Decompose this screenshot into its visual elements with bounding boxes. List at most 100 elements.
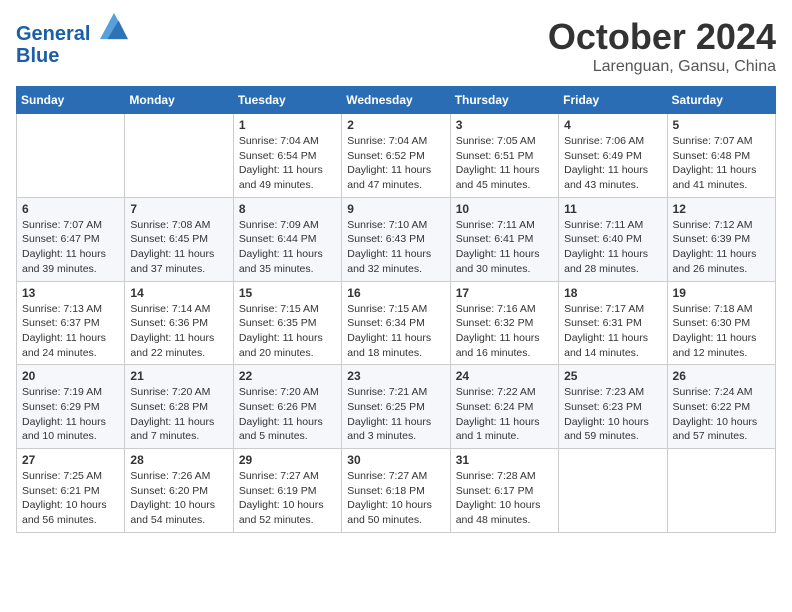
day-number: 19: [673, 286, 770, 300]
logo-blue: Blue: [16, 45, 128, 67]
calendar-cell: 5 Sunrise: 7:07 AM Sunset: 6:48 PM Daylig…: [667, 114, 775, 198]
calendar-cell: 9 Sunrise: 7:10 AM Sunset: 6:43 PM Daylig…: [342, 197, 450, 281]
day-number: 29: [239, 453, 336, 467]
logo-text: General: [16, 16, 128, 45]
calendar-cell: 30Sunrise: 7:27 AM Sunset: 6:18 PM Dayli…: [342, 449, 450, 533]
day-info: Sunrise: 7:09 AM Sunset: 6:44 PM Dayligh…: [239, 218, 336, 277]
day-number: 11: [564, 202, 661, 216]
calendar-cell: 24 Sunrise: 7:22 AM Sunset: 6:24 PM Dayli…: [450, 365, 558, 449]
day-number: 3: [456, 118, 553, 132]
calendar-cell: 31 Sunrise: 7:28 AM Sunset: 6:17 PM Dayli…: [450, 449, 558, 533]
day-number: 8: [239, 202, 336, 216]
calendar-cell: 25Sunrise: 7:23 AM Sunset: 6:23 PM Dayli…: [559, 365, 667, 449]
day-info: Sunrise: 7:25 AM Sunset: 6:21 PM Dayligh…: [22, 469, 119, 528]
calendar-cell: [125, 114, 233, 198]
calendar-cell: [667, 449, 775, 533]
location-title: Larenguan, Gansu, China: [548, 58, 776, 76]
day-info: Sunrise: 7:20 AM Sunset: 6:26 PM Dayligh…: [239, 385, 336, 444]
day-info: Sunrise: 7:04 AM Sunset: 6:52 PM Dayligh…: [347, 134, 444, 193]
day-number: 2: [347, 118, 444, 132]
weekday-header-tuesday: Tuesday: [233, 87, 341, 114]
day-number: 16: [347, 286, 444, 300]
day-number: 10: [456, 202, 553, 216]
day-number: 12: [673, 202, 770, 216]
calendar-week-4: 20 Sunrise: 7:19 AM Sunset: 6:29 PM Dayli…: [17, 365, 776, 449]
calendar-cell: 27 Sunrise: 7:25 AM Sunset: 6:21 PM Dayli…: [17, 449, 125, 533]
day-info: Sunrise: 7:11 AM Sunset: 6:40 PM Dayligh…: [564, 218, 661, 277]
day-number: 25: [564, 369, 661, 383]
day-number: 15: [239, 286, 336, 300]
day-number: 24: [456, 369, 553, 383]
day-info: Sunrise: 7:28 AM Sunset: 6:17 PM Dayligh…: [456, 469, 553, 528]
logo-general: General: [16, 23, 90, 45]
month-title: October 2024: [548, 16, 776, 58]
calendar-cell: 13 Sunrise: 7:13 AM Sunset: 6:37 PM Dayli…: [17, 281, 125, 365]
calendar-cell: 18Sunrise: 7:17 AM Sunset: 6:31 PM Dayli…: [559, 281, 667, 365]
day-info: Sunrise: 7:14 AM Sunset: 6:36 PM Dayligh…: [130, 302, 227, 361]
day-info: Sunrise: 7:15 AM Sunset: 6:35 PM Dayligh…: [239, 302, 336, 361]
day-number: 23: [347, 369, 444, 383]
day-number: 20: [22, 369, 119, 383]
day-number: 6: [22, 202, 119, 216]
day-info: Sunrise: 7:20 AM Sunset: 6:28 PM Dayligh…: [130, 385, 227, 444]
day-number: 26: [673, 369, 770, 383]
day-info: Sunrise: 7:11 AM Sunset: 6:41 PM Dayligh…: [456, 218, 553, 277]
calendar-table: SundayMondayTuesdayWednesdayThursdayFrid…: [16, 86, 776, 533]
day-number: 21: [130, 369, 227, 383]
day-number: 9: [347, 202, 444, 216]
calendar-cell: 22Sunrise: 7:20 AM Sunset: 6:26 PM Dayli…: [233, 365, 341, 449]
calendar-cell: 23 Sunrise: 7:21 AM Sunset: 6:25 PM Dayli…: [342, 365, 450, 449]
day-info: Sunrise: 7:26 AM Sunset: 6:20 PM Dayligh…: [130, 469, 227, 528]
day-info: Sunrise: 7:21 AM Sunset: 6:25 PM Dayligh…: [347, 385, 444, 444]
calendar-week-1: 1Sunrise: 7:04 AM Sunset: 6:54 PM Daylig…: [17, 114, 776, 198]
day-info: Sunrise: 7:13 AM Sunset: 6:37 PM Dayligh…: [22, 302, 119, 361]
day-info: Sunrise: 7:27 AM Sunset: 6:18 PM Dayligh…: [347, 469, 444, 528]
calendar-cell: 14 Sunrise: 7:14 AM Sunset: 6:36 PM Dayli…: [125, 281, 233, 365]
calendar-cell: 3 Sunrise: 7:05 AM Sunset: 6:51 PM Daylig…: [450, 114, 558, 198]
calendar-cell: 10 Sunrise: 7:11 AM Sunset: 6:41 PM Dayli…: [450, 197, 558, 281]
day-info: Sunrise: 7:22 AM Sunset: 6:24 PM Dayligh…: [456, 385, 553, 444]
calendar-header-row: SundayMondayTuesdayWednesdayThursdayFrid…: [17, 87, 776, 114]
day-number: 17: [456, 286, 553, 300]
day-info: Sunrise: 7:07 AM Sunset: 6:48 PM Dayligh…: [673, 134, 770, 193]
day-info: Sunrise: 7:27 AM Sunset: 6:19 PM Dayligh…: [239, 469, 336, 528]
day-info: Sunrise: 7:16 AM Sunset: 6:32 PM Dayligh…: [456, 302, 553, 361]
calendar-cell: 19Sunrise: 7:18 AM Sunset: 6:30 PM Dayli…: [667, 281, 775, 365]
day-number: 4: [564, 118, 661, 132]
day-info: Sunrise: 7:10 AM Sunset: 6:43 PM Dayligh…: [347, 218, 444, 277]
logo-icon: [100, 12, 128, 40]
day-info: Sunrise: 7:08 AM Sunset: 6:45 PM Dayligh…: [130, 218, 227, 277]
weekday-header-saturday: Saturday: [667, 87, 775, 114]
day-info: Sunrise: 7:15 AM Sunset: 6:34 PM Dayligh…: [347, 302, 444, 361]
day-number: 31: [456, 453, 553, 467]
calendar-cell: 17 Sunrise: 7:16 AM Sunset: 6:32 PM Dayli…: [450, 281, 558, 365]
weekday-header-monday: Monday: [125, 87, 233, 114]
day-number: 27: [22, 453, 119, 467]
calendar-cell: 26 Sunrise: 7:24 AM Sunset: 6:22 PM Dayli…: [667, 365, 775, 449]
day-number: 18: [564, 286, 661, 300]
weekday-header-friday: Friday: [559, 87, 667, 114]
day-number: 5: [673, 118, 770, 132]
calendar-cell: [17, 114, 125, 198]
calendar-cell: 12Sunrise: 7:12 AM Sunset: 6:39 PM Dayli…: [667, 197, 775, 281]
day-number: 14: [130, 286, 227, 300]
calendar-week-5: 27 Sunrise: 7:25 AM Sunset: 6:21 PM Dayli…: [17, 449, 776, 533]
day-info: Sunrise: 7:07 AM Sunset: 6:47 PM Dayligh…: [22, 218, 119, 277]
day-number: 13: [22, 286, 119, 300]
calendar-cell: 20 Sunrise: 7:19 AM Sunset: 6:29 PM Dayli…: [17, 365, 125, 449]
calendar-week-3: 13 Sunrise: 7:13 AM Sunset: 6:37 PM Dayli…: [17, 281, 776, 365]
day-info: Sunrise: 7:19 AM Sunset: 6:29 PM Dayligh…: [22, 385, 119, 444]
weekday-header-sunday: Sunday: [17, 87, 125, 114]
calendar-cell: [559, 449, 667, 533]
calendar-cell: 11 Sunrise: 7:11 AM Sunset: 6:40 PM Dayli…: [559, 197, 667, 281]
calendar-cell: 28 Sunrise: 7:26 AM Sunset: 6:20 PM Dayli…: [125, 449, 233, 533]
calendar-cell: 16 Sunrise: 7:15 AM Sunset: 6:34 PM Dayli…: [342, 281, 450, 365]
day-number: 28: [130, 453, 227, 467]
calendar-cell: 6 Sunrise: 7:07 AM Sunset: 6:47 PM Daylig…: [17, 197, 125, 281]
day-number: 7: [130, 202, 227, 216]
day-info: Sunrise: 7:06 AM Sunset: 6:49 PM Dayligh…: [564, 134, 661, 193]
calendar-cell: 29 Sunrise: 7:27 AM Sunset: 6:19 PM Dayli…: [233, 449, 341, 533]
day-info: Sunrise: 7:05 AM Sunset: 6:51 PM Dayligh…: [456, 134, 553, 193]
day-info: Sunrise: 7:24 AM Sunset: 6:22 PM Dayligh…: [673, 385, 770, 444]
calendar-cell: 1Sunrise: 7:04 AM Sunset: 6:54 PM Daylig…: [233, 114, 341, 198]
